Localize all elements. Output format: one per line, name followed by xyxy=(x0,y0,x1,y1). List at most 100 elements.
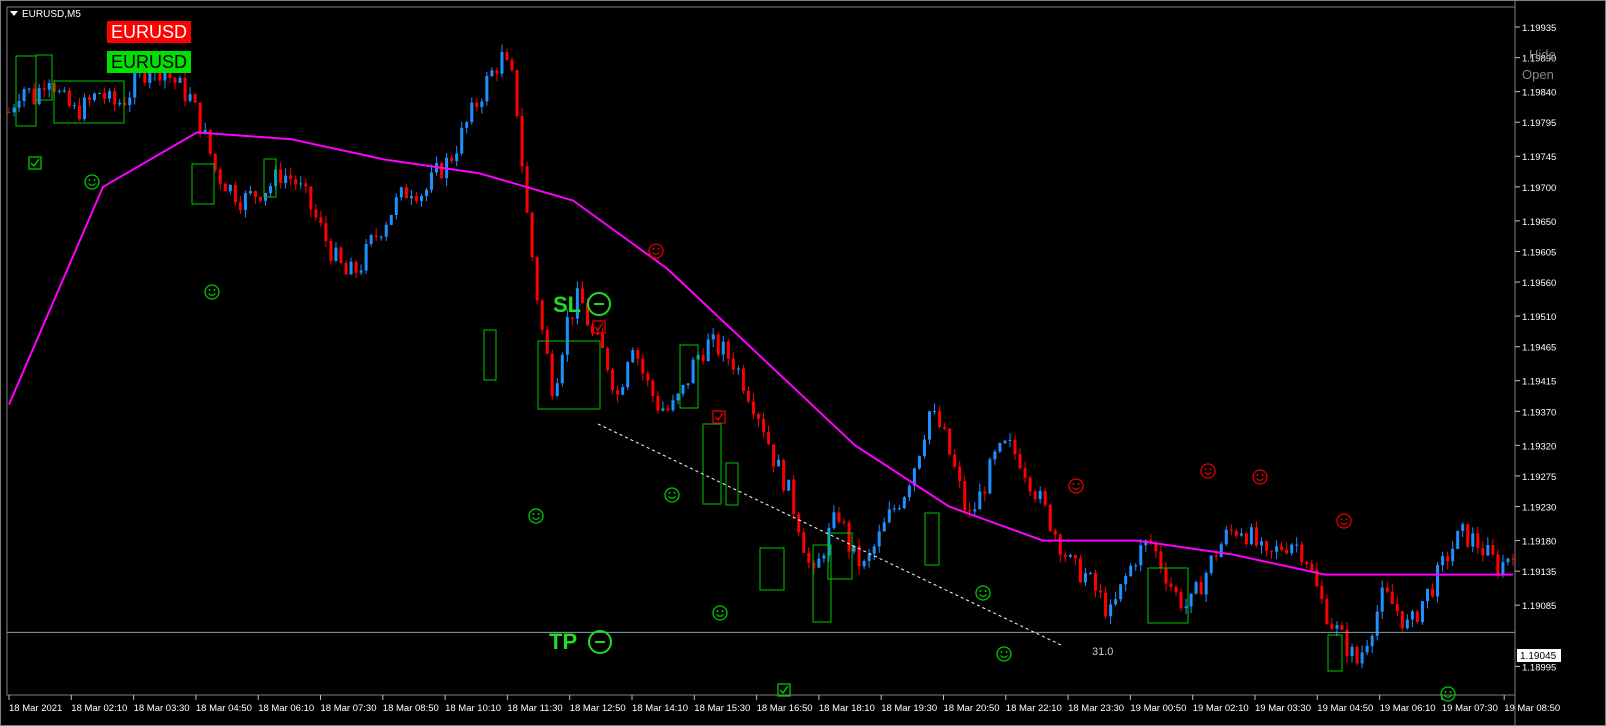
candle-body xyxy=(238,202,242,211)
smiley-eye xyxy=(1005,651,1008,653)
candle-body xyxy=(1018,454,1022,469)
smiley-mouth xyxy=(1072,487,1080,490)
smiley-eye xyxy=(716,610,719,612)
candle-body xyxy=(1461,524,1465,531)
candle-body xyxy=(767,432,771,445)
candle-body xyxy=(1194,582,1198,594)
smiley-eye xyxy=(532,513,535,515)
candle-body xyxy=(1410,611,1414,620)
time-tick-label: 18 Mar 08:50 xyxy=(383,703,439,714)
candle-body xyxy=(1254,527,1258,546)
candle-body xyxy=(424,189,428,197)
candle-body xyxy=(1174,586,1178,593)
price-tick-label: 1.19560 xyxy=(1522,278,1556,289)
smiley-eye xyxy=(1204,468,1207,470)
candle-body xyxy=(822,555,826,559)
smiley-bad-icon xyxy=(1068,478,1084,494)
price-tick-label: 1.19605 xyxy=(1522,247,1556,258)
candle-body xyxy=(802,532,806,553)
smiley-mouth xyxy=(1444,695,1452,698)
candle-body xyxy=(198,102,202,134)
candle-body xyxy=(621,387,625,395)
candle-body xyxy=(510,60,514,71)
candle-body xyxy=(1109,604,1113,617)
candle-body xyxy=(872,546,876,554)
checkbox-icon xyxy=(592,320,606,334)
price-tick-label: 1.19465 xyxy=(1522,343,1556,354)
candle-body xyxy=(606,348,610,370)
candle-body xyxy=(384,224,388,237)
candle-body xyxy=(1350,646,1354,657)
time-tick-label: 18 Mar 23:30 xyxy=(1068,703,1124,714)
smiley-good-icon xyxy=(664,487,680,503)
candle-body xyxy=(570,317,574,319)
smiley-eye xyxy=(1077,483,1080,485)
price-chart[interactable]: 31.0 1.199351.198901.198401.197951.19745… xyxy=(0,0,1606,726)
hide-button[interactable]: Hide xyxy=(1529,47,1556,62)
checkbox-frame xyxy=(28,156,42,170)
checkbox-tick xyxy=(714,412,724,422)
candle-body xyxy=(82,97,86,120)
candle-body xyxy=(173,77,177,83)
candle-body xyxy=(601,333,605,349)
candle-body xyxy=(419,196,423,201)
candle-body xyxy=(128,97,132,106)
smiley-mouth xyxy=(716,614,724,617)
time-tick-label: 18 Mar 20:50 xyxy=(944,703,1000,714)
smiley-bad-icon xyxy=(1200,463,1216,479)
candle-body xyxy=(168,72,172,78)
current-price-label: 1.19045 xyxy=(1520,651,1557,662)
candle-body xyxy=(72,105,76,107)
candle-body xyxy=(304,183,308,187)
candle-body xyxy=(922,439,926,457)
candle-body xyxy=(475,102,479,107)
candle-body xyxy=(1385,587,1389,592)
smiley-good-icon xyxy=(528,508,544,524)
candle-body xyxy=(1395,604,1399,612)
dropdown-triangle-icon[interactable] xyxy=(10,11,18,16)
price-tick-label: 1.19230 xyxy=(1522,503,1556,514)
candle-body xyxy=(324,223,328,242)
candle-body xyxy=(339,247,343,264)
candle-body xyxy=(1511,558,1515,560)
candle-body xyxy=(842,521,846,523)
candle-body xyxy=(565,317,569,355)
candle-body xyxy=(399,187,403,198)
candle-body xyxy=(374,235,378,237)
open-button[interactable]: Open xyxy=(1522,67,1554,82)
candle-body xyxy=(450,157,454,162)
candle-body xyxy=(1234,530,1238,536)
smiley-good-icon xyxy=(204,284,220,300)
price-tick-label: 1.19745 xyxy=(1522,152,1556,163)
candle-body xyxy=(1436,565,1440,597)
time-tick-label: 18 Mar 16:50 xyxy=(757,703,813,714)
candle-body xyxy=(1053,530,1057,535)
candle-body xyxy=(1129,565,1133,577)
smiley-good-icon xyxy=(84,174,100,190)
candle-body xyxy=(490,70,494,77)
checkbox-tick xyxy=(30,158,40,168)
smiley-face xyxy=(1440,686,1456,702)
candle-body xyxy=(1310,563,1314,571)
price-axis: 1.199351.198901.198401.197951.197451.197… xyxy=(1515,23,1556,673)
smiley-eye xyxy=(657,248,660,250)
candle-body xyxy=(1355,646,1359,664)
time-tick-label: 18 Mar 12:50 xyxy=(570,703,626,714)
candle-body xyxy=(1058,534,1062,555)
candle-body xyxy=(862,560,866,567)
candle-body xyxy=(62,90,66,92)
symbol-tag-red: EURUSD xyxy=(107,21,192,43)
candle-body xyxy=(1199,582,1203,595)
candle-body xyxy=(183,77,187,101)
candle-body xyxy=(1295,544,1299,546)
candle-body xyxy=(555,383,559,396)
time-tick-label: 18 Mar 04:50 xyxy=(196,703,252,714)
candle-body xyxy=(701,354,705,362)
candle-body xyxy=(681,385,685,394)
candle-body xyxy=(118,102,122,105)
candle-body xyxy=(998,443,1002,452)
tp-label: TP xyxy=(549,629,577,654)
candle-body xyxy=(47,83,51,90)
candle-body xyxy=(409,195,413,199)
candle-body xyxy=(1078,558,1082,583)
